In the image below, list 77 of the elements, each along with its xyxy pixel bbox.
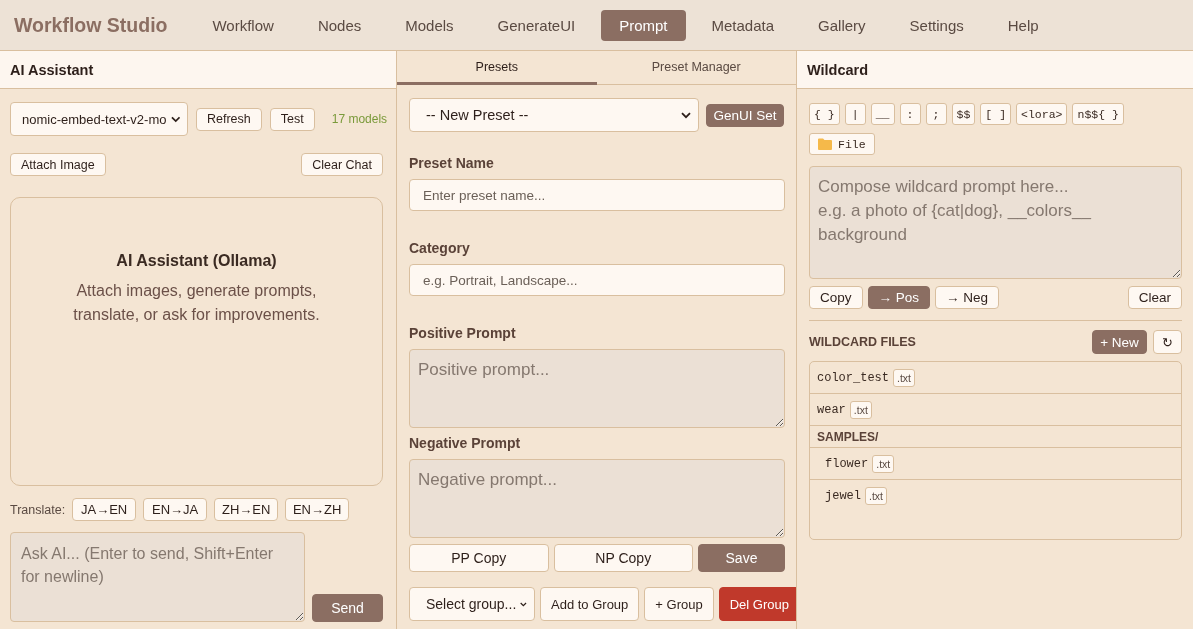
app-logo: Workflow Studio bbox=[14, 13, 168, 37]
clear-button[interactable]: Clear bbox=[1127, 286, 1182, 309]
syntax-token-button[interactable]: | bbox=[844, 103, 866, 125]
chat-intro-text: Attach images, generate prompts, translate, or ask for improvements. bbox=[72, 281, 321, 325]
text-field[interactable]: Enter preset name... bbox=[409, 179, 785, 211]
file-name[interactable]: wear bbox=[817, 402, 846, 417]
syntax-token-button[interactable]: __ bbox=[870, 103, 895, 125]
field-label: Category bbox=[409, 239, 471, 257]
model-button[interactable]: Test bbox=[269, 107, 315, 131]
text-field[interactable]: e.g. Portrait, Landscape... bbox=[409, 264, 785, 296]
translate-button[interactable]: EN→ZH bbox=[285, 498, 350, 521]
chat-title: AI Assistant (Ollama) bbox=[116, 252, 277, 270]
panel-title: Wildcard bbox=[807, 61, 869, 78]
preset-select[interactable]: -- New Preset -- bbox=[409, 98, 699, 132]
file-name[interactable]: color_test bbox=[817, 370, 889, 385]
refresh-button[interactable]: ↻ bbox=[1153, 330, 1182, 354]
translate-button[interactable]: EN→JA bbox=[143, 498, 208, 521]
nav-tab[interactable]: Models bbox=[387, 9, 472, 41]
syntax-token-button[interactable]: n$${ } bbox=[1072, 103, 1124, 125]
model-button[interactable]: Refresh bbox=[196, 107, 262, 131]
translate-button[interactable]: ZH→EN bbox=[214, 498, 279, 521]
file-name[interactable]: flower bbox=[825, 456, 869, 471]
file-name[interactable]: jewel bbox=[825, 488, 861, 503]
panel-tab[interactable]: Presets bbox=[397, 51, 597, 85]
model-count: 17 models bbox=[331, 112, 388, 126]
syntax-token-button[interactable]: { } bbox=[809, 103, 840, 125]
field-label: Positive Prompt bbox=[409, 324, 517, 342]
wildcard-action-button[interactable]: Copy bbox=[809, 286, 863, 309]
attach-image-button[interactable]: Attach Image bbox=[10, 153, 106, 176]
group-action-button[interactable]: Add to Group bbox=[540, 587, 640, 621]
panel-title: AI Assistant bbox=[10, 61, 94, 78]
nav-tab[interactable]: Gallery bbox=[800, 9, 884, 41]
preset-action-button[interactable]: Save bbox=[698, 544, 785, 572]
group-action-button[interactable]: + Group bbox=[644, 587, 714, 621]
chevron-down-icon bbox=[520, 600, 527, 608]
send-button[interactable]: Send bbox=[312, 594, 383, 622]
syntax-token-button[interactable]: [ ] bbox=[980, 103, 1012, 125]
wildcard-action-button[interactable]: → Pos bbox=[867, 286, 931, 309]
preset-action-button[interactable]: PP Copy bbox=[409, 544, 549, 572]
new-file-button[interactable]: + New bbox=[1092, 330, 1147, 354]
chevron-down-icon bbox=[170, 115, 180, 123]
prompt-field[interactable]: Positive prompt... bbox=[409, 349, 785, 428]
nav-tab[interactable]: Prompt bbox=[601, 9, 686, 41]
file-extension-tag: .txt bbox=[849, 400, 872, 419]
genui-set-button[interactable]: GenUI Set bbox=[706, 103, 784, 127]
nav-tab[interactable]: GenerateUI bbox=[479, 9, 594, 41]
file-extension-tag: .txt bbox=[865, 486, 888, 505]
group-select[interactable]: Select group... bbox=[409, 587, 535, 621]
wildcard-editor-field[interactable]: Compose wildcard prompt here... e.g. a photo of {cat|dog}, __colors__ background bbox=[809, 166, 1182, 279]
clear-chat-button[interactable]: Clear Chat bbox=[301, 153, 383, 176]
nav-tab[interactable]: Help bbox=[989, 9, 1057, 41]
file-extension-tag: .txt bbox=[872, 454, 895, 473]
wildcard-action-button[interactable]: → Neg bbox=[935, 286, 1000, 309]
folder-icon bbox=[818, 138, 832, 150]
translate-label: Translate: bbox=[10, 502, 66, 517]
group-action-button[interactable]: Del Group bbox=[718, 587, 796, 621]
panel-tab[interactable]: Preset Manager bbox=[596, 51, 796, 85]
field-label: Negative Prompt bbox=[409, 434, 522, 452]
syntax-token-button[interactable]: : bbox=[899, 103, 921, 125]
nav-tab[interactable]: Settings bbox=[891, 9, 982, 41]
nav-tab[interactable]: Nodes bbox=[299, 9, 380, 41]
nav-tab[interactable]: Metadata bbox=[693, 9, 793, 41]
syntax-token-button[interactable]: <lora> bbox=[1016, 103, 1068, 125]
file-button[interactable]: File bbox=[809, 133, 875, 155]
folder-name[interactable]: SAMPLES/ bbox=[817, 429, 879, 444]
syntax-token-button[interactable]: $$ bbox=[951, 103, 976, 125]
chat-input-field[interactable]: Ask AI... (Enter to send, Shift+Enter for newline) bbox=[10, 532, 305, 622]
model-select[interactable]: nomic-embed-text-v2-mo bbox=[10, 102, 188, 136]
syntax-token-button[interactable]: ; bbox=[925, 103, 947, 125]
field-label: Preset Name bbox=[409, 154, 495, 172]
translate-button[interactable]: JA→EN bbox=[72, 498, 137, 521]
preset-action-button[interactable]: NP Copy bbox=[553, 544, 693, 572]
section-title: WILDCARD FILES bbox=[809, 335, 917, 349]
file-extension-tag: .txt bbox=[893, 368, 916, 387]
chevron-down-icon bbox=[681, 111, 691, 119]
prompt-field[interactable]: Negative prompt... bbox=[409, 459, 785, 538]
nav-tab[interactable]: Workflow bbox=[194, 9, 292, 41]
